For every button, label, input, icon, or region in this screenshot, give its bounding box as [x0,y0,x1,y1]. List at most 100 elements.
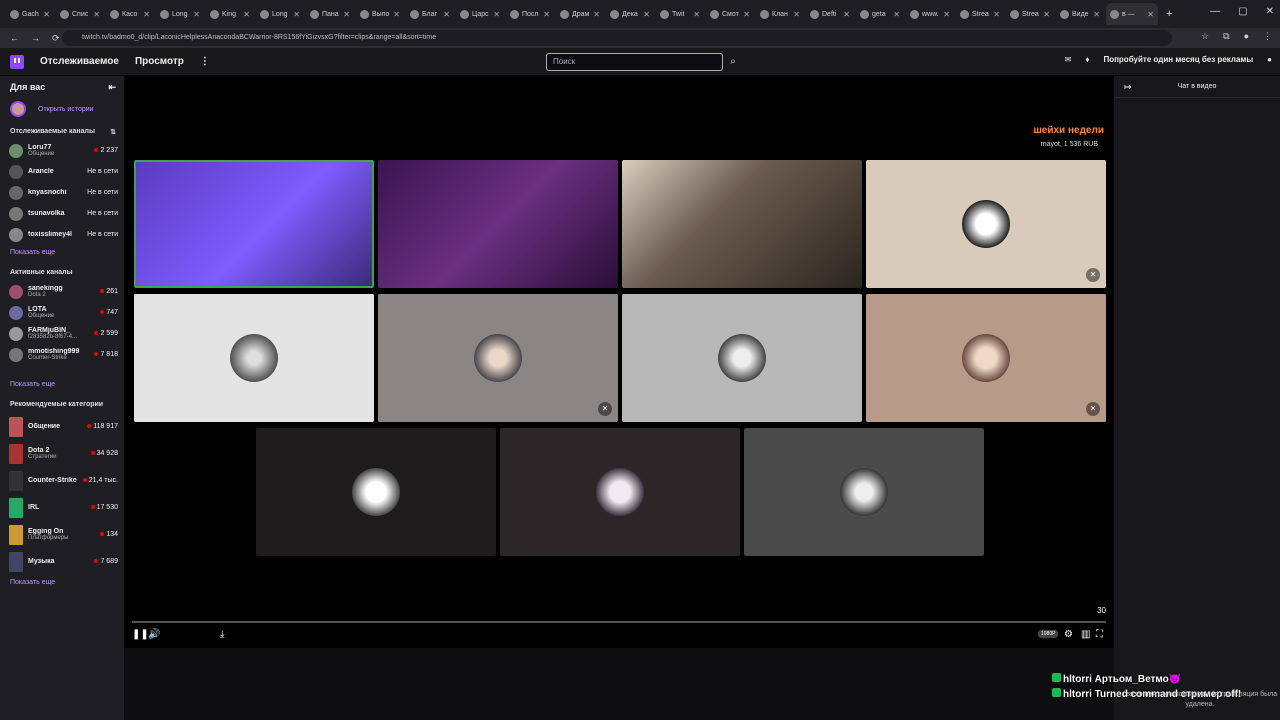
sidebar-category[interactable]: Музыка 7 689 [0,548,124,575]
url-field[interactable]: twitch.tv/badmo0_d/clip/LaconicHelplessA… [62,30,1172,46]
viewer-count-text: 7 689 [100,558,118,565]
notifications-icon[interactable]: ♦ [1085,55,1089,64]
fullscreen-icon[interactable]: ⛶ [1096,629,1103,640]
browser-tab[interactable]: Gach ✕ [6,3,54,25]
open-stories-link[interactable]: Открыть истории [38,106,94,113]
close-tab-icon[interactable]: ✕ [493,10,500,19]
sidebar-channel[interactable]: mmotishing999 Counter-Strike 7 818 [0,344,124,365]
close-tab-icon[interactable]: ✕ [393,10,400,19]
browser-tab[interactable]: Благ ✕ [406,3,454,25]
browser-tab[interactable]: Пана ✕ [306,3,354,25]
close-tab-icon[interactable]: ✕ [793,10,800,19]
close-tab-icon[interactable]: ✕ [1147,10,1154,19]
minimize-icon[interactable]: — [1210,6,1220,17]
nav-more-icon[interactable]: ⋮ [200,56,210,67]
browser-tab[interactable]: King ✕ [206,3,254,25]
browser-tab[interactable]: Виде ✕ [1056,3,1104,25]
sidebar-channel[interactable]: Loru77 Общение 2 237 [0,140,124,161]
volume-icon[interactable]: 🔊 [148,629,160,640]
close-tab-icon[interactable]: ✕ [993,10,1000,19]
show-more-link[interactable]: Показать еще [0,245,124,261]
sidebar-category[interactable]: Dota 2 Стратегии 34 928 [0,440,124,467]
show-more-link[interactable]: Показать еще [0,575,124,591]
close-tab-icon[interactable]: ✕ [343,10,350,19]
theatre-mode-icon[interactable]: ▥ [1081,629,1090,640]
close-tab-icon[interactable]: ✕ [943,10,950,19]
close-icon[interactable]: ✕ [1266,6,1274,17]
sidebar-category[interactable]: Общение 118 917 [0,413,124,440]
sidebar-channel[interactable]: Arancle Не в сети [0,161,124,182]
close-tab-icon[interactable]: ✕ [693,10,700,19]
browser-tab[interactable]: Twit ✕ [656,3,704,25]
download-icon[interactable]: ⤓ [220,629,224,640]
sidebar-channel[interactable]: LOTA Общение 747 [0,302,124,323]
browser-tab[interactable]: в — ✕ [1106,3,1158,25]
bookmark-star-icon[interactable]: ☆ [1201,31,1209,42]
reload-icon[interactable]: ⟳ [52,33,60,44]
close-tab-icon[interactable]: ✕ [843,10,850,19]
browser-tab[interactable]: Смот ✕ [706,3,754,25]
sidebar-category[interactable]: IRL 17 530 [0,494,124,521]
browser-tab[interactable]: Strea ✕ [1006,3,1054,25]
browser-tab[interactable]: geta ✕ [856,3,904,25]
profile-icon[interactable]: ● [1244,31,1249,42]
close-tab-icon[interactable]: ✕ [443,10,450,19]
close-tab-icon[interactable]: ✕ [643,10,650,19]
sidebar-category[interactable]: Egging On Платформеры 134 [0,521,124,548]
browser-tab[interactable]: Strea ✕ [956,3,1004,25]
progress-bar[interactable] [132,621,1106,623]
close-tab-icon[interactable]: ✕ [1093,10,1100,19]
nav-browse[interactable]: Просмотр [135,56,184,67]
close-tab-icon[interactable]: ✕ [893,10,900,19]
browser-tab[interactable]: Long ✕ [256,3,304,25]
collapse-sidebar-icon[interactable]: ⇤ [108,82,116,98]
video-player[interactable]: шейхи недели mayot, 1 536 RUB ✕ ✕ ✕ 30 ❚… [124,76,1114,648]
close-tab-icon[interactable]: ✕ [93,10,100,19]
browser-tab[interactable]: Дека ✕ [606,3,654,25]
back-icon[interactable]: ← [10,33,19,43]
pause-icon[interactable]: ❚❚ [132,629,149,640]
forward-icon[interactable]: → [31,33,40,43]
close-tab-icon[interactable]: ✕ [293,10,300,19]
sidebar-channel[interactable]: FARMjuBIN_ f283582b-8f67-4... 2 599 [0,323,124,344]
browser-tab[interactable]: Спис ✕ [56,3,104,25]
close-tab-icon[interactable]: ✕ [743,10,750,19]
inbox-icon[interactable]: ✉ [1065,55,1072,64]
close-tab-icon[interactable]: ✕ [193,10,200,19]
sidebar-category[interactable]: Counter-Strike 21,4 тыс. [0,467,124,494]
close-tab-icon[interactable]: ✕ [1043,10,1050,19]
maximize-icon[interactable]: ▢ [1238,6,1247,17]
browser-tab[interactable]: Клан ✕ [756,3,804,25]
collapse-chat-icon[interactable]: ↦ [1124,76,1132,98]
show-more-link[interactable]: Показать еще [0,377,124,393]
nav-following[interactable]: Отслеживаемое [40,56,119,67]
browser-menu-icon[interactable]: ⋮ [1263,31,1272,42]
sidebar-channel[interactable]: toxisslimey4l Не в сети [0,224,124,245]
sidebar-channel[interactable]: sanekingg Dota 2 261 [0,281,124,302]
close-tab-icon[interactable]: ✕ [43,10,50,19]
new-tab-icon[interactable]: + [1166,8,1172,20]
sidebar-channel[interactable]: knyasnochi Не в сети [0,182,124,203]
browser-tab[interactable]: Выпо ✕ [356,3,404,25]
browser-tab[interactable]: Long ✕ [156,3,204,25]
search-input[interactable]: Поиск [546,53,723,71]
twitch-logo-icon[interactable] [10,54,24,69]
settings-icon[interactable]: ⚙ [1064,629,1073,640]
browser-tab[interactable]: Драм ✕ [556,3,604,25]
search-icon[interactable]: ⌕ [725,53,741,71]
sidebar-channel[interactable]: tsunavolka Не в сети [0,203,124,224]
browser-tab[interactable]: Царс ✕ [456,3,504,25]
extensions-icon[interactable]: ⧉ [1223,31,1229,42]
avatar[interactable]: ● [1267,55,1272,64]
browser-tab[interactable]: www. ✕ [906,3,954,25]
close-tab-icon[interactable]: ✕ [593,10,600,19]
close-tab-icon[interactable]: ✕ [543,10,550,19]
browser-tab[interactable]: Посл ✕ [506,3,554,25]
browser-tab[interactable]: Касо ✕ [106,3,154,25]
sort-icon[interactable]: ⇅ [110,128,116,140]
close-tab-icon[interactable]: ✕ [143,10,150,19]
promo-button[interactable]: Попробуйте один месяц без рекламы [1103,55,1253,64]
stories-row[interactable]: Открыть истории [0,98,124,120]
browser-tab[interactable]: Defti ✕ [806,3,854,25]
close-tab-icon[interactable]: ✕ [243,10,250,19]
